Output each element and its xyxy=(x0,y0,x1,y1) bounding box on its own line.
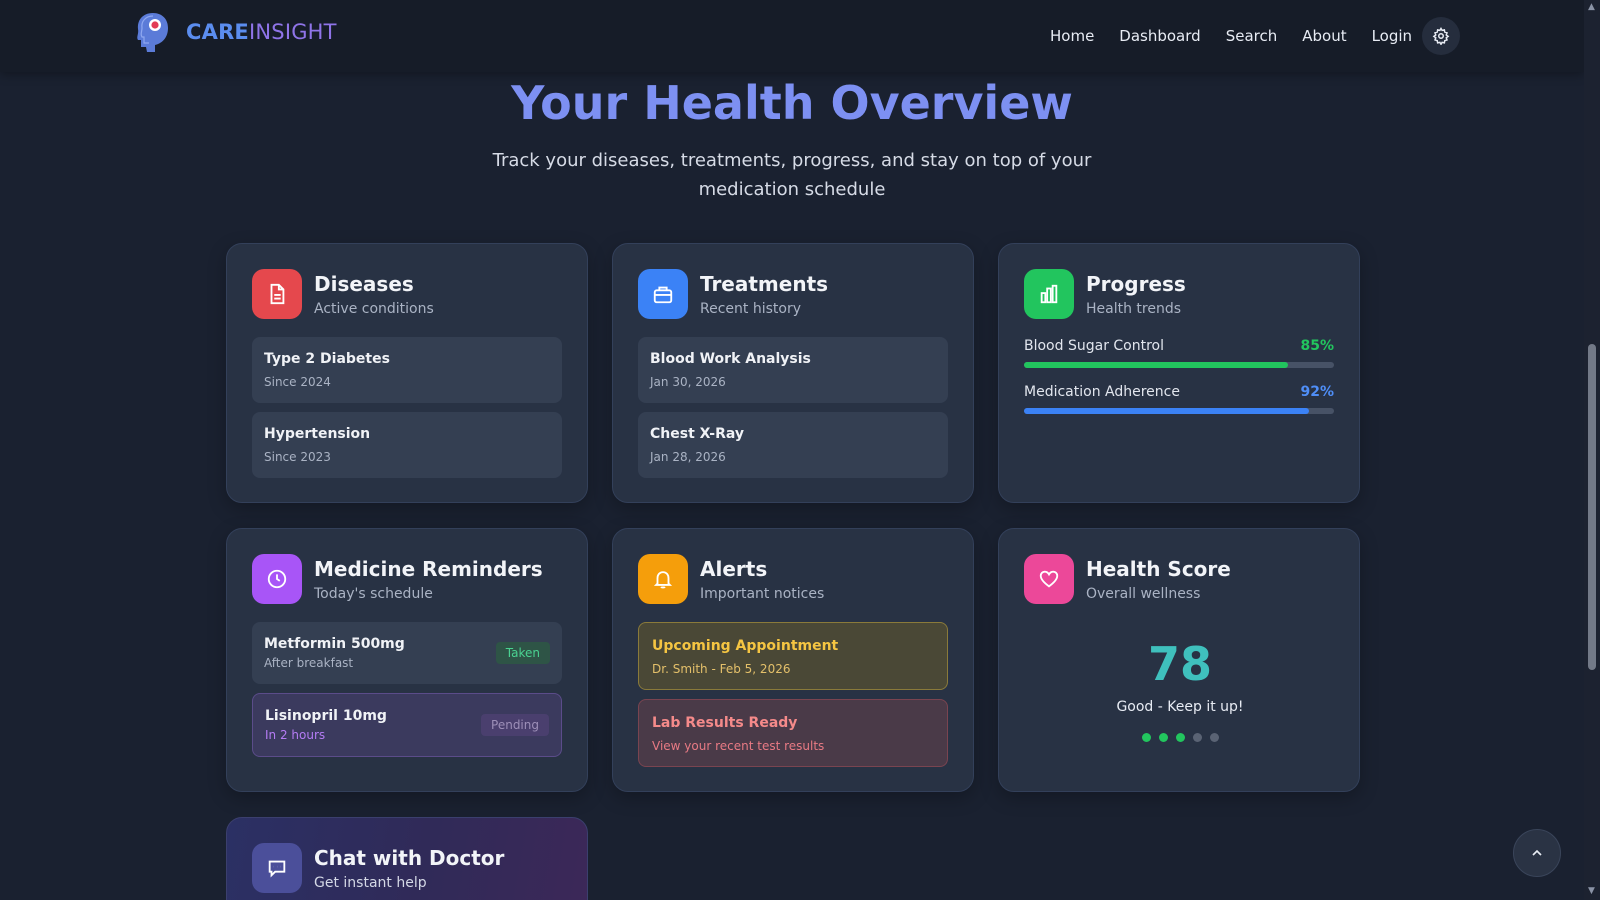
treatments-title: Treatments xyxy=(700,271,829,296)
page-title: Your Health Overview xyxy=(511,76,1073,130)
alert-detail: View your recent test results xyxy=(652,739,825,753)
progress-metric: Blood Sugar Control 85% xyxy=(1024,338,1334,368)
disease-item[interactable]: Type 2 Diabetes Since 2024 xyxy=(252,337,562,403)
status-badge-pending: Pending xyxy=(481,714,549,736)
progress-card: Progress Health trends Blood Sugar Contr… xyxy=(998,243,1360,503)
metric-value: 85% xyxy=(1300,338,1334,354)
gear-icon xyxy=(1432,27,1450,45)
rating-dot-filled xyxy=(1158,733,1168,742)
scrollbar-thumb[interactable] xyxy=(1588,344,1596,670)
chevron-up-icon xyxy=(1532,849,1542,856)
progress-subtitle: Health trends xyxy=(1086,300,1182,317)
rating-dot-filled xyxy=(1141,733,1151,742)
alert-appointment[interactable]: Upcoming Appointment Dr. Smith - Feb 5, … xyxy=(638,622,948,690)
treatment-name: Blood Work Analysis xyxy=(650,351,811,367)
progress-track xyxy=(1024,362,1334,368)
alerts-subtitle: Important notices xyxy=(700,585,825,602)
nav-link-dashboard[interactable]: Dashboard xyxy=(1119,27,1200,45)
nav-links: Home Dashboard Search About Login xyxy=(1050,0,1437,72)
reminders-subtitle: Today's schedule xyxy=(314,585,433,602)
brain-logo-icon xyxy=(137,13,168,52)
nav-link-home[interactable]: Home xyxy=(1050,27,1094,45)
alert-lab-results[interactable]: Lab Results Ready View your recent test … xyxy=(638,699,948,767)
alerts-title: Alerts xyxy=(700,556,768,581)
nav-link-search[interactable]: Search xyxy=(1226,27,1278,45)
alert-title: Lab Results Ready xyxy=(652,715,798,731)
diseases-card: Diseases Active conditions Type 2 Diabet… xyxy=(226,243,588,503)
scroll-to-top-button[interactable] xyxy=(1513,829,1561,877)
reminder-item[interactable]: Lisinopril 10mg In 2 hours Pending xyxy=(252,693,562,757)
alerts-card: Alerts Important notices Upcoming Appoin… xyxy=(612,528,974,792)
page-subtitle: Track your diseases, treatments, progres… xyxy=(492,150,1092,200)
metric-label: Blood Sugar Control xyxy=(1024,338,1164,354)
brand[interactable]: CAREINSIGHT xyxy=(133,10,337,54)
health-score-card: Health Score Overall wellness 78 Good - … xyxy=(998,528,1360,792)
alert-title: Upcoming Appointment xyxy=(652,638,839,654)
disease-name: Type 2 Diabetes xyxy=(264,351,390,367)
chat-title: Chat with Doctor xyxy=(314,845,505,870)
disease-since: Since 2023 xyxy=(264,450,331,464)
reminder-item[interactable]: Metformin 500mg After breakfast Taken xyxy=(252,622,562,684)
treatment-date: Jan 28, 2026 xyxy=(650,450,726,464)
settings-button[interactable] xyxy=(1422,17,1460,55)
progress-fill xyxy=(1024,408,1310,414)
health-score-subtitle: Overall wellness xyxy=(1086,585,1201,602)
document-icon xyxy=(252,269,302,319)
treatments-subtitle: Recent history xyxy=(700,300,801,317)
rating-dot-empty xyxy=(1192,733,1202,742)
health-score-label: Good - Keep it up! xyxy=(1116,699,1244,715)
page-scrollbar[interactable]: ▲ ▼ xyxy=(1584,0,1600,900)
treatment-item[interactable]: Chest X-Ray Jan 28, 2026 xyxy=(638,412,948,478)
status-badge-taken: Taken xyxy=(495,642,550,664)
nav-link-about[interactable]: About xyxy=(1302,27,1346,45)
chat-bubble-icon xyxy=(252,843,302,893)
scroll-up-arrow-icon[interactable]: ▲ xyxy=(1588,2,1595,12)
clock-icon xyxy=(252,554,302,604)
navbar: CAREINSIGHT Home Dashboard Search About … xyxy=(0,0,1584,72)
reminders-title: Medicine Reminders xyxy=(314,556,543,581)
briefcase-icon xyxy=(638,269,688,319)
alert-detail: Dr. Smith - Feb 5, 2026 xyxy=(652,662,791,676)
metric-label: Medication Adherence xyxy=(1024,384,1180,400)
chat-with-doctor-card[interactable]: Chat with Doctor Get instant help xyxy=(226,817,588,900)
bar-chart-icon xyxy=(1024,269,1074,319)
brand-name-insight: INSIGHT xyxy=(248,20,337,44)
disease-name: Hypertension xyxy=(264,426,371,442)
treatment-date: Jan 30, 2026 xyxy=(650,375,726,389)
chat-subtitle: Get instant help xyxy=(314,874,427,891)
rating-dot-empty xyxy=(1209,733,1219,742)
brand-name-care: CARE xyxy=(186,20,249,44)
health-score-value: 78 xyxy=(1147,637,1212,691)
diseases-subtitle: Active conditions xyxy=(314,300,434,317)
diseases-title: Diseases xyxy=(314,271,414,296)
treatments-card: Treatments Recent history Blood Work Ana… xyxy=(612,243,974,503)
metric-value: 92% xyxy=(1300,384,1334,400)
treatment-item[interactable]: Blood Work Analysis Jan 30, 2026 xyxy=(638,337,948,403)
nav-link-login[interactable]: Login xyxy=(1372,27,1412,45)
progress-title: Progress xyxy=(1086,271,1186,296)
bell-icon xyxy=(638,554,688,604)
disease-item[interactable]: Hypertension Since 2023 xyxy=(252,412,562,478)
progress-track xyxy=(1024,408,1334,414)
health-score-rating-dots xyxy=(999,733,1361,742)
progress-metric: Medication Adherence 92% xyxy=(1024,384,1334,414)
medicine-reminders-card: Medicine Reminders Today's schedule Metf… xyxy=(226,528,588,792)
rating-dot-filled xyxy=(1175,733,1185,742)
treatment-name: Chest X-Ray xyxy=(650,426,745,442)
health-score-title: Health Score xyxy=(1086,556,1231,581)
disease-since: Since 2024 xyxy=(264,375,331,389)
scroll-down-arrow-icon[interactable]: ▼ xyxy=(1588,886,1595,896)
heart-icon xyxy=(1024,554,1074,604)
progress-fill xyxy=(1024,362,1288,368)
